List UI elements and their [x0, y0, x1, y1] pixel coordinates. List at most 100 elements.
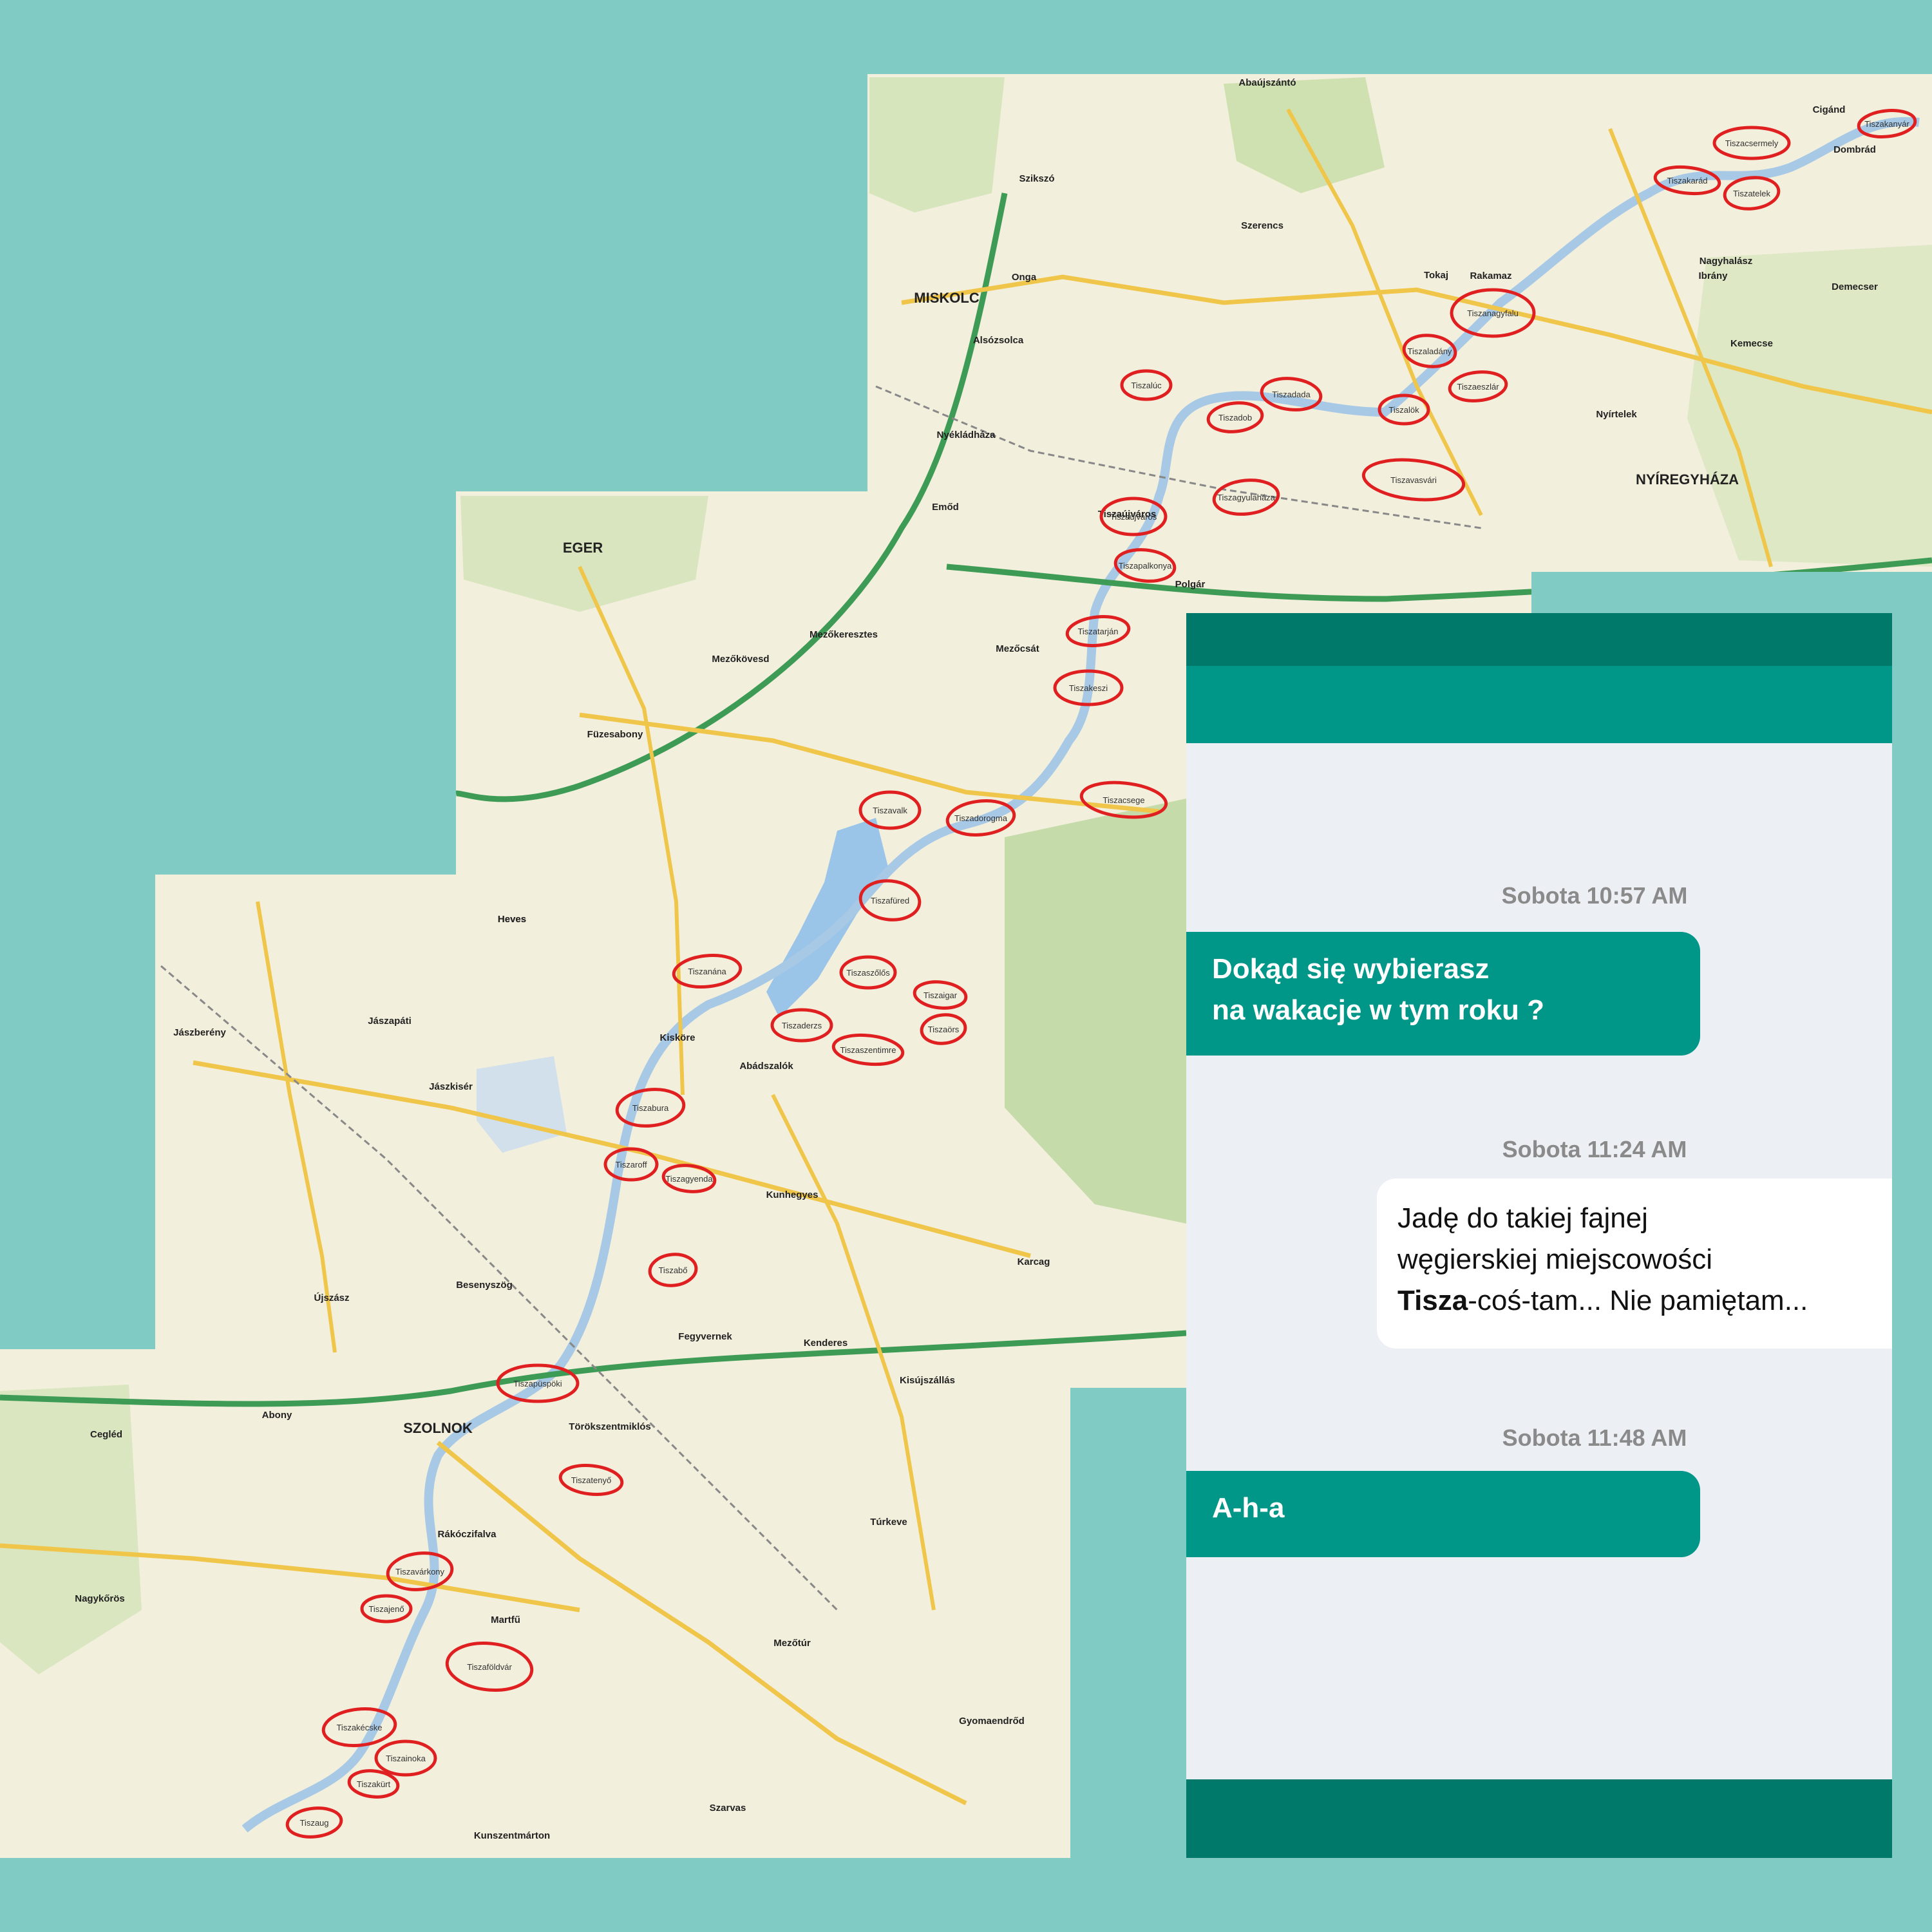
- circled-town-label: Tiszafüred: [871, 896, 909, 905]
- circled-town-label: Tiszaug: [299, 1818, 328, 1828]
- outgoing-message: Jadę do takiej fajnej węgierskiej miejsc…: [1377, 1179, 1892, 1349]
- circled-town-label: Tiszalúc: [1131, 381, 1162, 390]
- circled-town-label: Tiszanána: [688, 967, 726, 976]
- city-label: Mezőcsát: [996, 643, 1039, 654]
- circled-town-label: Tiszaigar: [923, 990, 958, 1000]
- city-label: Cigánd: [1813, 104, 1846, 115]
- city-label: Nagykőrös: [75, 1593, 125, 1604]
- circled-town-label: Tiszaörs: [928, 1025, 960, 1034]
- circled-town-label: Tiszaroff: [615, 1160, 647, 1170]
- message-line: A-h-a: [1212, 1492, 1285, 1524]
- circled-town-label: Tiszadada: [1272, 390, 1311, 399]
- message-line: Dokąd się wybierasz: [1212, 953, 1490, 985]
- circled-town-label: Tiszavasvári: [1390, 475, 1437, 485]
- circled-town-label: Tiszapalkonya: [1119, 561, 1172, 571]
- status-bar: [1186, 613, 1892, 666]
- city-label: Szerencs: [1241, 220, 1283, 231]
- circled-town-label: Tiszadob: [1218, 413, 1252, 422]
- message-line: Tisza-coś-tam... Nie pamiętam...: [1397, 1280, 1871, 1321]
- circled-town-label: Tiszainoka: [386, 1754, 426, 1763]
- city-label: Nyírtelek: [1596, 409, 1637, 420]
- city-label: Kisköre: [659, 1032, 695, 1043]
- city-label: Martfű: [491, 1615, 520, 1625]
- incoming-message: Dokąd się wybierasz na wakacje w tym rok…: [1186, 932, 1700, 1056]
- city-label: Törökszentmiklós: [569, 1421, 651, 1432]
- circled-town-label: Tiszanagyfalu: [1467, 308, 1519, 318]
- circled-town-label: Tiszavárkony: [395, 1567, 445, 1577]
- city-label: Újszász: [314, 1292, 349, 1303]
- city-label: Jászkisér: [429, 1081, 473, 1092]
- city-label: Kisújszállás: [900, 1375, 955, 1386]
- city-label: Jászapáti: [368, 1016, 412, 1027]
- circled-town-label: Tiszaeszlár: [1457, 382, 1499, 392]
- message-line: na wakacje w tym roku ?: [1212, 994, 1544, 1026]
- circled-town-label: Tiszakanyár: [1864, 119, 1909, 129]
- city-label: Kenderes: [804, 1338, 848, 1349]
- circled-town-label: Tiszakeszi: [1069, 683, 1108, 693]
- circled-town-label: Tiszaszőlős: [846, 968, 890, 978]
- circled-town-label: Tiszatarján: [1077, 627, 1118, 636]
- circled-town-label: Tiszacsermely: [1725, 138, 1779, 148]
- message-bold-text: Tisza: [1397, 1285, 1468, 1316]
- city-label: Demecser: [1832, 281, 1878, 292]
- city-label: NYÍREGYHÁZA: [1636, 471, 1739, 488]
- city-label: MISKOLC: [914, 290, 980, 306]
- circled-town-label: Tiszavalk: [873, 806, 907, 815]
- city-label: Kemecse: [1730, 338, 1773, 349]
- circled-town-label: Tiszagyenda: [665, 1174, 713, 1184]
- message-line: Jadę do takiej fajnej: [1397, 1202, 1648, 1234]
- city-label: Polgár: [1175, 579, 1206, 590]
- city-label: Mezőkövesd: [712, 654, 769, 665]
- city-label: Ibrány: [1698, 270, 1728, 281]
- city-label: Abaújszántó: [1238, 77, 1296, 88]
- city-label: Tokaj: [1424, 270, 1448, 281]
- message-line: węgierskiej miejscowości: [1397, 1244, 1713, 1275]
- city-label: Kunhegyes: [766, 1189, 819, 1200]
- city-label: Besenyszög: [456, 1280, 513, 1291]
- circled-town-label: Tiszatenyő: [571, 1475, 611, 1485]
- message-timestamp: Sobota 10:57 AM: [1501, 882, 1688, 909]
- city-label: Gyomaendrőd: [959, 1716, 1025, 1727]
- circled-town-label: Tiszapüspöki: [513, 1379, 562, 1388]
- city-label: SZOLNOK: [403, 1420, 473, 1436]
- circled-town-label: Tiszaderzs: [782, 1021, 822, 1030]
- city-label: Nagyhalász: [1700, 256, 1753, 267]
- city-label: Alsózsolca: [973, 335, 1024, 346]
- chat-input-bar: [1186, 1779, 1892, 1858]
- message-timestamp: Sobota 11:24 AM: [1502, 1136, 1687, 1162]
- circled-town-label: Tiszadorogma: [954, 813, 1008, 823]
- city-label: Abádszalók: [739, 1061, 793, 1072]
- message-text: -coś-tam... Nie pamiętam...: [1468, 1285, 1808, 1316]
- chat-panel: Sobota 10:57 AM Dokąd się wybierasz na w…: [1186, 613, 1892, 1858]
- incoming-message: A-h-a: [1186, 1471, 1700, 1557]
- city-label: Rákóczifalva: [438, 1529, 497, 1540]
- circled-town-label: Tiszaföldvár: [467, 1662, 512, 1672]
- city-label: Dombrád: [1833, 144, 1876, 155]
- circled-town-label: Tiszajenő: [368, 1604, 404, 1614]
- circled-town-label: Tiszakécske: [336, 1723, 382, 1732]
- city-label: Szikszó: [1019, 173, 1054, 184]
- city-label: Túrkeve: [870, 1517, 907, 1528]
- city-label: Onga: [1012, 272, 1037, 283]
- message-timestamp: Sobota 11:48 AM: [1502, 1425, 1687, 1451]
- city-label: Füzesabony: [587, 729, 643, 740]
- circled-town-label: Tiszaszentimre: [840, 1045, 896, 1055]
- circled-town-label: Tiszabő: [658, 1265, 687, 1275]
- circled-town-label: Tiszabura: [632, 1103, 669, 1113]
- city-label: Cegléd: [90, 1429, 122, 1440]
- city-label: Rakamaz: [1470, 270, 1511, 281]
- chat-header: [1186, 666, 1892, 743]
- city-label: Kunszentmárton: [474, 1830, 550, 1841]
- city-label: Emőd: [932, 502, 959, 513]
- city-label: Fegyvernek: [678, 1331, 732, 1342]
- circled-town-label: Tiszacsege: [1103, 795, 1144, 805]
- circled-town-label: Tiszaladány: [1408, 346, 1452, 356]
- circled-town-label: Tiszakürt: [357, 1779, 391, 1789]
- circled-town-label: Tiszatelek: [1733, 189, 1771, 198]
- circled-town-label: Tiszalök: [1388, 405, 1419, 415]
- city-label: Szarvas: [710, 1803, 746, 1814]
- forest-area: [869, 77, 1005, 213]
- city-label: Mezőkeresztes: [810, 629, 878, 640]
- city-label: Karcag: [1018, 1256, 1050, 1267]
- city-label: Jászberény: [173, 1027, 226, 1038]
